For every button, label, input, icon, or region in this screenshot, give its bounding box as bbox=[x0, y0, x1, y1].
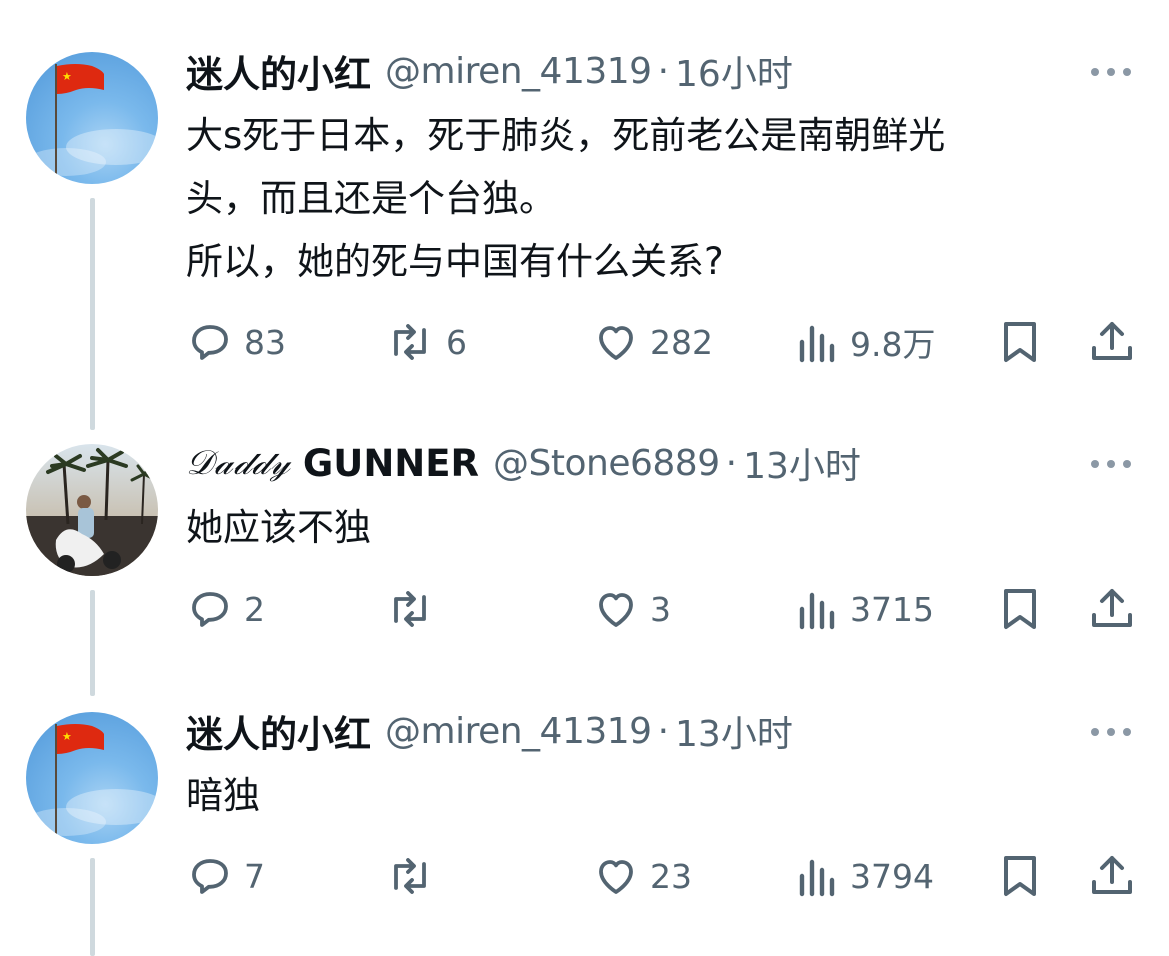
display-name-prefix[interactable]: 𝒟𝒶𝒹𝒹𝓎 bbox=[186, 443, 291, 483]
thread-line bbox=[90, 590, 95, 696]
like-button[interactable]: 23 bbox=[592, 851, 692, 901]
svg-text:★: ★ bbox=[62, 730, 72, 743]
views-icon bbox=[799, 325, 835, 363]
repost-button[interactable] bbox=[384, 584, 446, 634]
heart-icon bbox=[599, 593, 633, 627]
action-bar: 2 3 3715 bbox=[186, 584, 1146, 634]
views-button[interactable]: 9.8万 bbox=[796, 317, 935, 367]
display-name[interactable]: 迷人的小红 bbox=[186, 704, 371, 758]
reply-button[interactable]: 83 bbox=[186, 317, 286, 367]
share-button[interactable] bbox=[1088, 851, 1136, 901]
share-icon bbox=[1092, 322, 1132, 360]
more-options-icon[interactable] bbox=[1091, 454, 1131, 474]
handle[interactable]: @miren_41319 bbox=[385, 711, 652, 752]
timestamp[interactable]: 13小时 bbox=[743, 437, 861, 489]
reply-count: 7 bbox=[244, 856, 265, 896]
display-name[interactable]: 迷人的小红 bbox=[186, 44, 371, 98]
repost-icon bbox=[394, 591, 426, 627]
reply-icon bbox=[192, 592, 228, 627]
display-name[interactable]: GUNNER bbox=[303, 442, 479, 485]
reply-button[interactable]: 7 bbox=[186, 851, 265, 901]
tweet-text-line: 暗独 bbox=[186, 774, 260, 817]
more-options-icon[interactable] bbox=[1091, 62, 1131, 82]
reply-icon bbox=[192, 859, 228, 894]
like-count: 3 bbox=[650, 589, 671, 629]
views-icon bbox=[799, 859, 835, 897]
view-count: 3715 bbox=[850, 589, 934, 629]
bookmark-icon bbox=[1004, 589, 1036, 629]
tweet-header: 迷人的小红 @miren_41319 · 16小时 bbox=[186, 44, 793, 98]
svg-text:★: ★ bbox=[62, 70, 72, 83]
like-button[interactable]: 282 bbox=[592, 317, 713, 367]
thread-line bbox=[90, 198, 95, 430]
like-button[interactable]: 3 bbox=[592, 584, 671, 634]
bookmark-icon bbox=[1004, 322, 1036, 362]
share-button[interactable] bbox=[1088, 584, 1136, 634]
reply-button[interactable]: 2 bbox=[186, 584, 265, 634]
reply-count: 83 bbox=[244, 322, 286, 362]
avatar[interactable]: ★ bbox=[26, 52, 158, 184]
bookmark-button[interactable] bbox=[998, 584, 1042, 634]
timestamp[interactable]: 13小时 bbox=[675, 705, 793, 757]
like-count: 23 bbox=[650, 856, 692, 896]
separator-dot: · bbox=[725, 442, 738, 484]
view-count: 3794 bbox=[850, 856, 934, 896]
avatar[interactable]: ★ bbox=[26, 712, 158, 844]
views-button[interactable]: 3794 bbox=[796, 851, 934, 901]
tweet-text-line: 所以，她的死与中国有什么关系? bbox=[186, 240, 724, 283]
share-icon bbox=[1092, 589, 1132, 627]
reply-count: 2 bbox=[244, 589, 265, 629]
views-icon bbox=[799, 592, 835, 630]
like-count: 282 bbox=[650, 322, 713, 362]
tweet-text: 大s死于日本，死于肺炎，死前老公是南朝鲜光 头，而且还是个台独。 所以，她的死与… bbox=[186, 104, 945, 293]
tweet-text-line: 头，而且还是个台独。 bbox=[186, 177, 556, 220]
bookmark-button[interactable] bbox=[998, 317, 1042, 367]
repost-button[interactable] bbox=[384, 851, 446, 901]
china-flag-icon: ★ bbox=[26, 64, 158, 184]
tweet-text-line: 她应该不独 bbox=[186, 506, 371, 549]
action-bar: 83 6 282 9.8万 bbox=[186, 317, 1146, 367]
tweet-header: 迷人的小红 @miren_41319 · 13小时 bbox=[186, 704, 793, 758]
repost-button[interactable]: 6 bbox=[384, 317, 467, 367]
repost-icon bbox=[394, 858, 426, 894]
profile-photo-icon bbox=[26, 444, 158, 576]
timestamp[interactable]: 16小时 bbox=[675, 45, 793, 97]
heart-icon bbox=[599, 326, 633, 360]
action-bar: 7 23 3794 bbox=[186, 851, 1146, 901]
repost-icon bbox=[394, 324, 426, 360]
tweet-text: 暗独 bbox=[186, 764, 260, 827]
repost-count: 6 bbox=[446, 322, 467, 362]
avatar[interactable] bbox=[26, 444, 158, 576]
bookmark-icon bbox=[1004, 856, 1036, 896]
tweet-header: 𝒟𝒶𝒹𝒹𝓎 GUNNER @Stone6889 · 13小时 bbox=[186, 438, 861, 488]
reply-icon bbox=[192, 325, 228, 360]
separator-dot: · bbox=[657, 50, 670, 92]
tweet-text-line: 大s死于日本，死于肺炎，死前老公是南朝鲜光 bbox=[186, 114, 946, 157]
separator-dot: · bbox=[657, 710, 670, 752]
china-flag-icon: ★ bbox=[26, 724, 158, 844]
handle[interactable]: @miren_41319 bbox=[385, 51, 652, 92]
bookmark-button[interactable] bbox=[998, 851, 1042, 901]
heart-icon bbox=[599, 860, 633, 894]
share-button[interactable] bbox=[1088, 317, 1136, 367]
thread-line bbox=[90, 858, 95, 956]
views-button[interactable]: 3715 bbox=[796, 584, 934, 634]
more-options-icon[interactable] bbox=[1091, 722, 1131, 742]
handle[interactable]: @Stone6889 bbox=[493, 443, 720, 484]
view-count: 9.8万 bbox=[850, 325, 936, 364]
tweet-text: 她应该不独 bbox=[186, 496, 371, 559]
share-icon bbox=[1092, 856, 1132, 894]
